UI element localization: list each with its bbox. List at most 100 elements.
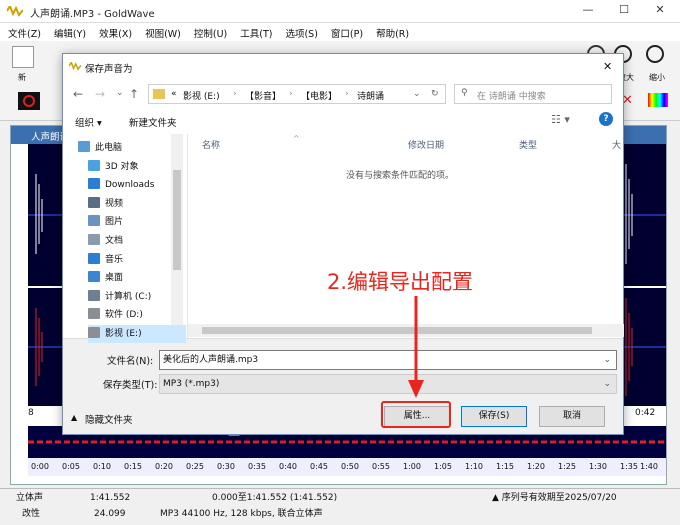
status-selection: 0.000至1:41.552 (1:41.552) [212, 493, 338, 503]
search-placeholder: 在 诗朗诵 中搜索 [477, 92, 546, 102]
minimize-button[interactable]: — [578, 3, 598, 19]
nav-item-label: 桌面 [105, 273, 124, 284]
list-hscrollbar-thumb[interactable] [202, 327, 592, 334]
status-changed: 改性 [22, 509, 41, 519]
status-format: MP3 44100 Hz, 128 kbps, 联合立体声 [160, 509, 323, 519]
ruler-tick: 0:50 [341, 462, 359, 471]
organize-button[interactable]: 组织 ▾ [75, 115, 102, 129]
address-bar[interactable]: « 影视 (E:) › 【影音】 › 【电影】 › 诗朗诵 ⌄ ↻ [148, 84, 446, 104]
view-options-icon[interactable]: ☷ ▾ [551, 113, 570, 126]
breadcrumb-folder-1[interactable]: 【影音】 [245, 89, 281, 102]
forward-arrow-icon[interactable]: → [95, 87, 105, 101]
dialog-footer: 文件名(N): 美化后的人声朗诵.mp3 ⌄ 保存类型(T): MP3 (*.m… [63, 338, 623, 434]
wave-end-label: 0:42 [635, 408, 656, 418]
hide-folders-icon[interactable]: ▲ [71, 413, 77, 422]
menu-edit[interactable]: 编辑(Y) [46, 23, 91, 40]
column-size[interactable]: 大 [612, 138, 621, 151]
annotation-arrow-icon [408, 296, 424, 398]
address-dropdown-icon[interactable]: ⌄ [413, 89, 421, 99]
recent-dropdown-icon[interactable]: ⌄ [116, 88, 124, 98]
nav-item-label: 音乐 [105, 254, 124, 265]
refresh-icon[interactable]: ↻ [431, 89, 439, 99]
menu-control[interactable]: 控制(U) [186, 23, 232, 40]
status-bar: 立体声 1:41.552 0.000至1:41.552 (1:41.552) ▲… [0, 488, 680, 525]
menu-view[interactable]: 视图(W) [137, 23, 186, 40]
menu-effects[interactable]: 效果(X) [91, 23, 137, 40]
menu-options[interactable]: 选项(S) [277, 23, 322, 40]
help-icon[interactable]: ? [599, 112, 613, 126]
nav-item[interactable]: 3D 对象 [88, 158, 186, 176]
zoom-out-icon[interactable] [646, 45, 664, 63]
filetype-select[interactable]: MP3 (*.mp3) ⌄ [159, 374, 617, 394]
hide-folders-button[interactable]: 隐藏文件夹 [85, 412, 133, 426]
filename-value: 美化后的人声朗诵.mp3 [163, 355, 259, 365]
cancel-button[interactable]: 取消 [539, 406, 605, 427]
nav-item-label: 文档 [105, 236, 124, 246]
status-channel: 立体声 [16, 493, 44, 503]
new-file-icon[interactable] [12, 46, 34, 68]
3d-objects-icon [88, 159, 100, 171]
ruler-tick: 1:30 [589, 462, 607, 471]
filetype-label: 保存类型(T): [103, 380, 158, 391]
nav-item[interactable]: 桌面 [88, 269, 186, 287]
breadcrumb-folder-3[interactable]: 诗朗诵 [357, 89, 384, 102]
status-serial: ▲ 序列号有效期至2025/07/20 [492, 493, 617, 503]
search-box[interactable]: ⚲ 在 诗朗诵 中搜索 [454, 84, 612, 104]
color-bar-icon[interactable] [648, 93, 668, 107]
nav-item[interactable]: 图片 [88, 213, 186, 231]
drive-d-icon [88, 308, 100, 320]
nav-item[interactable]: 文档 [88, 232, 186, 250]
filename-dropdown-icon[interactable]: ⌄ [603, 351, 611, 369]
nav-item[interactable]: 软件 (D:) [88, 306, 186, 324]
breadcrumb-separator: › [289, 89, 293, 99]
cross-icon[interactable]: ✕ [622, 93, 638, 109]
app-title: 人声朗诵.MP3 - GoldWave [30, 9, 155, 20]
close-button[interactable]: ✕ [650, 3, 670, 19]
menu-window[interactable]: 窗口(P) [323, 23, 368, 40]
save-button[interactable]: 保存(S) [461, 406, 527, 427]
command-bar: 组织 ▾ 新建文件夹 ☷ ▾ ? [63, 108, 623, 134]
ruler-tick: 0:10 [93, 462, 111, 471]
new-folder-button[interactable]: 新建文件夹 [129, 115, 177, 129]
status-length: 1:41.552 [90, 493, 131, 503]
column-date[interactable]: 修改日期 [408, 138, 444, 151]
filetype-dropdown-icon[interactable]: ⌄ [603, 375, 611, 393]
up-arrow-icon[interactable]: ↑ [129, 87, 139, 101]
dialog-close-button[interactable]: ✕ [603, 60, 612, 73]
nav-item[interactable]: 音乐 [88, 251, 186, 269]
breadcrumb-separator: › [233, 89, 237, 99]
zoom-out-label: 缩小 [649, 73, 665, 82]
search-icon: ⚲ [461, 88, 468, 98]
wave-start-label: 8 [28, 408, 34, 418]
dialog-title: 保存声音为 [85, 64, 133, 75]
nav-item[interactable]: 此电脑 [78, 139, 176, 157]
ruler-tick: 0:20 [155, 462, 173, 471]
new-label: 新 [18, 73, 26, 82]
breadcrumb-folder-2[interactable]: 【电影】 [301, 89, 337, 102]
nav-item[interactable]: 计算机 (C:) [88, 288, 186, 306]
nav-item[interactable]: Downloads [88, 176, 186, 194]
menu-file[interactable]: 文件(Z) [0, 23, 46, 40]
ruler-tick: 0:35 [248, 462, 266, 471]
nav-item[interactable]: 影视 (E:) [88, 325, 186, 343]
menu-tools[interactable]: 工具(T) [232, 23, 277, 40]
nav-item-label: 3D 对象 [105, 161, 139, 172]
column-name[interactable]: 名称 [202, 138, 220, 151]
nav-item[interactable]: 视频 [88, 195, 186, 213]
breadcrumb-separator: › [345, 89, 349, 99]
nav-item-label: 此电脑 [95, 143, 123, 153]
back-arrow-icon[interactable]: ← [73, 87, 83, 101]
properties-highlight [381, 401, 451, 428]
column-type[interactable]: 类型 [519, 138, 537, 151]
filename-input[interactable]: 美化后的人声朗诵.mp3 ⌄ [159, 350, 617, 370]
ruler-tick: 1:10 [465, 462, 483, 471]
ruler-tick: 0:55 [372, 462, 390, 471]
menu-help[interactable]: 帮助(R) [368, 23, 414, 40]
breadcrumb-drive[interactable]: 影视 (E:) [183, 89, 220, 102]
breadcrumb-overflow[interactable]: « [171, 89, 177, 99]
goldwave-logo-icon [7, 6, 23, 17]
ruler-tick: 1:40 [640, 462, 658, 471]
record-stop-icon[interactable] [18, 92, 40, 110]
maximize-button[interactable]: ☐ [614, 3, 634, 19]
desktop-icon [88, 271, 100, 283]
